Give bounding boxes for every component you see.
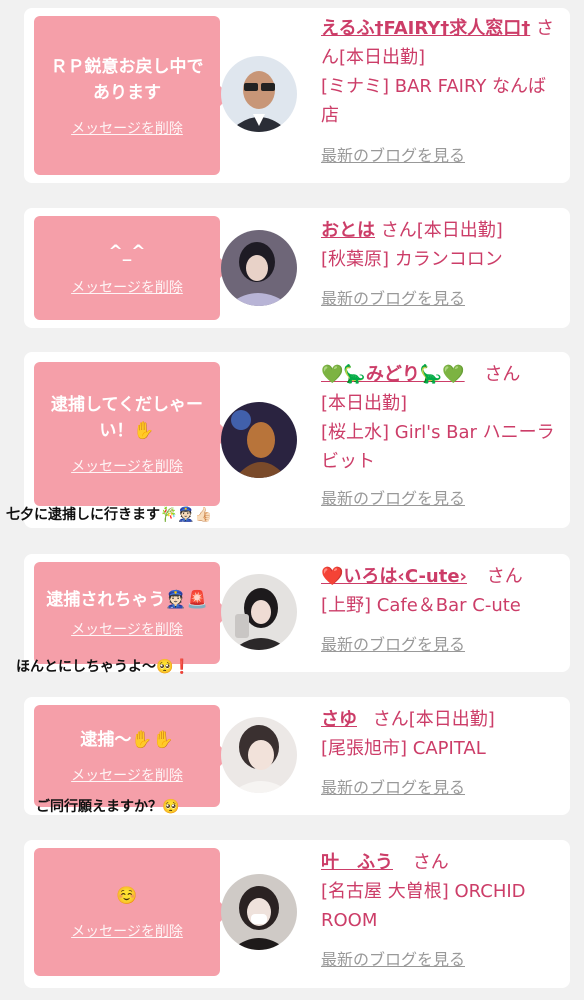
message-text: ☺️: [116, 886, 138, 906]
message-bubble: 逮捕してくだしゃーい！✋ メッセージを削除: [34, 362, 230, 506]
profile-info: 💚🦕みどり🦕💚 さん [本日出勤] [桜上水] Girl's Bar ハニーラビ…: [321, 360, 561, 513]
profile-info: おとは さん[本日出勤] [秋葉原] カランコロン 最新のブログを見る: [321, 216, 561, 313]
message-card: ＲＰ鋭意お戻し中であります メッセージを削除 えるふ†FAIRY†求人窓口† さ…: [24, 8, 570, 183]
avatar[interactable]: [221, 874, 297, 950]
floating-comment: 七夕に逮捕しに行きます🎋👮🏻👍🏻: [6, 507, 213, 523]
shop-link[interactable]: [名古屋 大曽根] ORCHID ROOM: [321, 881, 526, 931]
profile-info: えるふ†FAIRY†求人窓口† さん[本日出勤] [ミナミ] BAR FAIRY…: [321, 14, 561, 170]
work-status: [本日出勤]: [321, 393, 408, 414]
message-text: 逮捕〜✋✋: [80, 730, 174, 750]
profile-name-link[interactable]: 💚🦕みどり🦕💚: [321, 364, 465, 385]
avatar[interactable]: [221, 717, 297, 793]
floating-comment: ほんとにしちゃうよ〜🥺❗: [16, 659, 191, 675]
message-bubble: 逮捕〜✋✋ メッセージを削除: [34, 705, 230, 807]
delete-message-link[interactable]: メッセージを削除: [71, 277, 183, 297]
avatar[interactable]: [221, 230, 297, 306]
message-text: 逮捕してくだしゃーい！✋: [51, 395, 203, 441]
message-text: 逮捕されちゃう👮🏻🚨: [46, 590, 208, 610]
message-bubble: ＲＰ鋭意お戻し中であります メッセージを削除: [34, 16, 230, 175]
message-bubble: 逮捕されちゃう👮🏻🚨 メッセージを削除: [34, 562, 230, 664]
profile-name-link[interactable]: さゆ: [321, 709, 357, 730]
work-status: [本日出勤]: [416, 220, 503, 241]
message-text: ^_^: [108, 242, 146, 262]
latest-blog-link[interactable]: 最新のブログを見る: [321, 141, 561, 170]
delete-message-link[interactable]: メッセージを削除: [71, 118, 183, 138]
work-status: [本日出勤]: [339, 47, 426, 68]
delete-message-link[interactable]: メッセージを削除: [71, 921, 183, 941]
avatar[interactable]: [221, 56, 297, 132]
message-card: 逮捕してくだしゃーい！✋ メッセージを削除 💚🦕みどり🦕💚 さん [本日出勤] …: [24, 352, 570, 528]
profile-info: さゆ さん[本日出勤] [尾張旭市] CAPITAL 最新のブログを見る: [321, 705, 561, 802]
latest-blog-link[interactable]: 最新のブログを見る: [321, 773, 561, 802]
profile-name-link[interactable]: 叶 ふう: [321, 852, 393, 873]
message-card: ☺️ メッセージを削除 叶 ふう さん [名古屋 大曽根] ORCHID ROO…: [24, 840, 570, 988]
san-suffix: さん: [372, 709, 409, 730]
floating-comment: ご同行願えますか？🥺: [36, 799, 180, 815]
shop-link[interactable]: [ミナミ] BAR FAIRY なんば店: [321, 76, 546, 126]
profile-name-link[interactable]: おとは: [321, 220, 375, 241]
san-suffix: さん: [486, 566, 523, 587]
message-bubble: ^_^ メッセージを削除: [34, 216, 230, 320]
profile-info: 叶 ふう さん [名古屋 大曽根] ORCHID ROOM 最新のブログを見る: [321, 848, 561, 974]
san-suffix: さん: [380, 220, 417, 241]
latest-blog-link[interactable]: 最新のブログを見る: [321, 945, 561, 974]
profile-info: ❤️いろは‹C-ute› さん [上野] Cafe＆Bar C-ute 最新のブ…: [321, 562, 561, 659]
avatar[interactable]: [221, 574, 297, 650]
message-card: ^_^ メッセージを削除 おとは さん[本日出勤] [秋葉原] カランコロン 最…: [24, 208, 570, 328]
message-text: ＲＰ鋭意お戻し中であります: [50, 56, 204, 103]
delete-message-link[interactable]: メッセージを削除: [71, 619, 183, 639]
delete-message-link[interactable]: メッセージを削除: [71, 456, 183, 476]
message-card: 逮捕されちゃう👮🏻🚨 メッセージを削除 ❤️いろは‹C-ute› さん [上野]…: [24, 554, 570, 672]
profile-name-link[interactable]: ❤️いろは‹C-ute›: [321, 566, 467, 587]
shop-link[interactable]: [上野] Cafe＆Bar C-ute: [321, 595, 521, 616]
message-bubble: ☺️ メッセージを削除: [34, 848, 230, 976]
shop-link[interactable]: [尾張旭市] CAPITAL: [321, 738, 486, 759]
avatar[interactable]: [221, 402, 297, 478]
latest-blog-link[interactable]: 最新のブログを見る: [321, 630, 561, 659]
latest-blog-link[interactable]: 最新のブログを見る: [321, 284, 561, 313]
shop-link[interactable]: [秋葉原] カランコロン: [321, 249, 503, 270]
shop-link[interactable]: [桜上水] Girl's Bar ハニーラビット: [321, 422, 555, 472]
profile-name-link[interactable]: えるふ†FAIRY†求人窓口†: [321, 18, 530, 39]
latest-blog-link[interactable]: 最新のブログを見る: [321, 484, 561, 513]
san-suffix: さん: [412, 852, 449, 873]
work-status: [本日出勤]: [408, 709, 495, 730]
san-suffix: さん: [484, 364, 521, 385]
delete-message-link[interactable]: メッセージを削除: [71, 765, 183, 785]
